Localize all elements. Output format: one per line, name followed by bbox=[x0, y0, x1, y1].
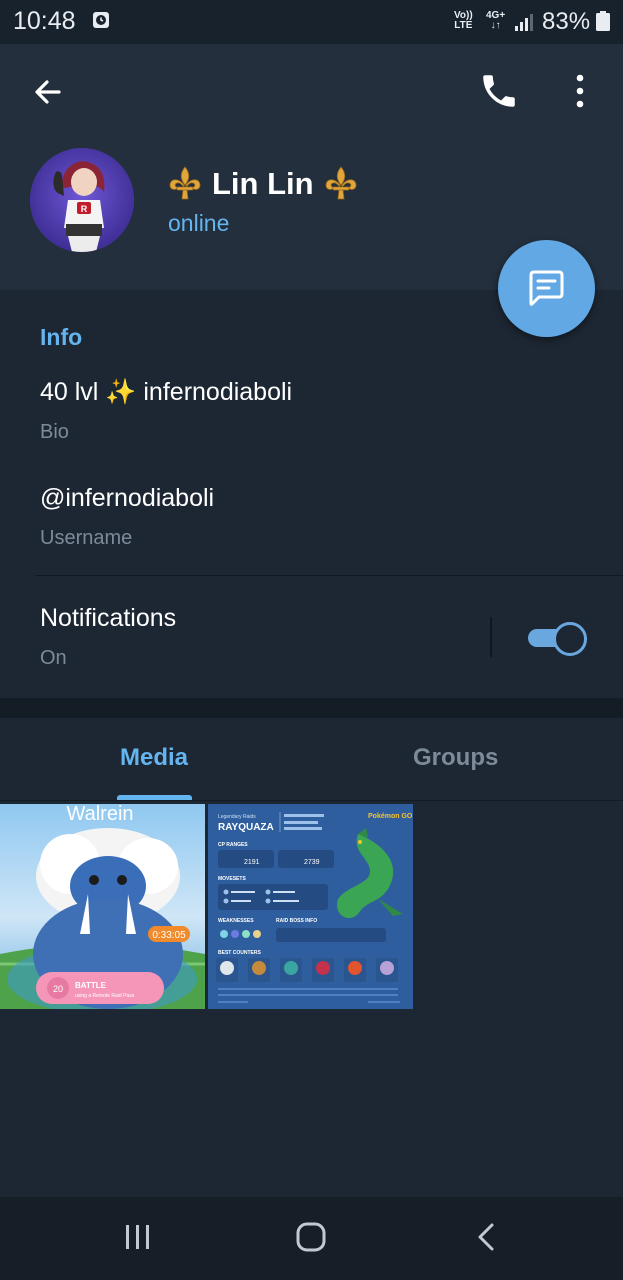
svg-text:20: 20 bbox=[53, 984, 63, 994]
fleur-de-lis-icon bbox=[169, 166, 201, 200]
notifications-vertical-divider bbox=[490, 617, 492, 657]
media-grid: Walrein 0:33:05 20 BATTLE using a Remote… bbox=[0, 804, 623, 1010]
send-message-button[interactable] bbox=[498, 240, 595, 337]
back-arrow-icon[interactable] bbox=[28, 72, 68, 112]
phone-call-icon[interactable] bbox=[478, 70, 520, 112]
status-time: 10:48 bbox=[13, 7, 76, 35]
raid-timer: 0:33:05 bbox=[152, 930, 186, 941]
system-navigation-bar bbox=[0, 1197, 623, 1280]
battle-sub-label: using a Remote Raid Pass bbox=[75, 993, 135, 999]
profile-name: Lin Lin bbox=[212, 166, 314, 201]
toggle-knob bbox=[553, 622, 587, 656]
info-divider bbox=[35, 575, 623, 576]
back-chevron-icon[interactable] bbox=[472, 1219, 502, 1255]
media-thumbnail[interactable]: Walrein 0:33:05 20 BATTLE using a Remote… bbox=[0, 804, 205, 1009]
section-gap bbox=[0, 698, 623, 718]
clock-notification-icon bbox=[93, 12, 109, 28]
empty-content-area bbox=[0, 1010, 623, 1197]
pokemon-name-label: Walrein bbox=[66, 804, 133, 825]
home-icon[interactable] bbox=[293, 1219, 329, 1255]
infographic-header: Legendary Raids bbox=[218, 814, 256, 820]
username-label: Username bbox=[40, 527, 133, 549]
info-section-title: Info bbox=[40, 324, 83, 350]
username-text[interactable]: @infernodiaboli bbox=[40, 484, 214, 513]
notifications-value: On bbox=[40, 647, 67, 669]
infographic-boss: RAYQUAZA bbox=[218, 822, 274, 833]
svg-text:RAID BOSS INFO: RAID BOSS INFO bbox=[276, 918, 317, 924]
profile-avatar[interactable]: R bbox=[30, 148, 134, 252]
svg-text:WEAKNESSES: WEAKNESSES bbox=[218, 918, 254, 924]
info-section: Info 40 lvl ✨ infernodiaboli Bio @infern… bbox=[0, 290, 623, 698]
recent-apps-icon[interactable] bbox=[122, 1221, 154, 1253]
rayquaza-infographic: Legendary Raids RAYQUAZA Pokémon GO CP R… bbox=[208, 804, 413, 1009]
message-icon bbox=[529, 270, 564, 306]
bio-label: Bio bbox=[40, 421, 69, 443]
volte-indicator: Vo)) LTE bbox=[454, 10, 473, 31]
bio-text[interactable]: 40 lvl ✨ infernodiaboli bbox=[40, 378, 292, 407]
battery-icon bbox=[596, 11, 610, 31]
media-thumbnail[interactable]: Legendary Raids RAYQUAZA Pokémon GO CP R… bbox=[208, 804, 413, 1009]
notifications-toggle[interactable] bbox=[528, 621, 588, 656]
tab-media[interactable]: Media bbox=[120, 744, 188, 772]
network-type-indicator: 4G+ ↓↑ bbox=[486, 10, 506, 31]
tabs-divider bbox=[0, 800, 623, 801]
notifications-title[interactable]: Notifications bbox=[40, 604, 176, 633]
walrein-raid-screenshot: Walrein 0:33:05 20 BATTLE using a Remote… bbox=[0, 804, 205, 1009]
profile-name-row: Lin Lin bbox=[166, 164, 360, 204]
signal-strength-icon bbox=[515, 14, 533, 31]
online-status: online bbox=[168, 210, 230, 236]
svg-text:2739: 2739 bbox=[304, 859, 320, 866]
fleur-de-lis-icon bbox=[325, 166, 356, 200]
svg-text:MOVESETS: MOVESETS bbox=[218, 876, 246, 882]
svg-text:BEST COUNTERS: BEST COUNTERS bbox=[218, 950, 261, 956]
tab-groups[interactable]: Groups bbox=[413, 744, 498, 772]
battle-label: BATTLE bbox=[75, 981, 107, 990]
status-bar: 10:48 Vo)) LTE 4G+ ↓↑ 83% bbox=[0, 0, 623, 44]
svg-text:CP RANGES: CP RANGES bbox=[218, 842, 248, 848]
battery-percentage: 83% bbox=[542, 8, 591, 35]
pokemon-go-logo: Pokémon GO bbox=[368, 813, 413, 820]
shared-media-tabs: Media Groups bbox=[0, 718, 623, 800]
svg-text:2191: 2191 bbox=[244, 859, 260, 866]
svg-text:R: R bbox=[81, 204, 88, 214]
avatar-image: R bbox=[30, 148, 134, 252]
more-options-icon[interactable] bbox=[565, 70, 595, 112]
